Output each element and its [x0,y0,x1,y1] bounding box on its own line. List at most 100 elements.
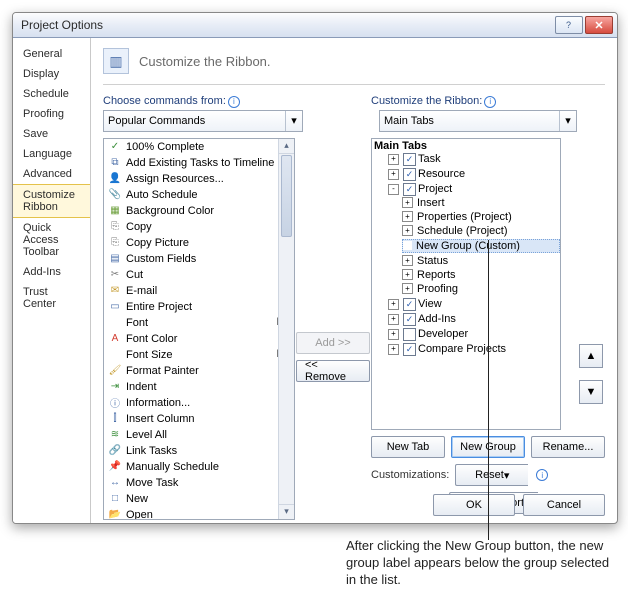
tree-node[interactable]: + Properties (Project) [402,211,560,223]
tree-node[interactable]: New Group (Custom) [402,239,560,253]
command-item[interactable]: AFont Color▸ [104,331,294,347]
command-item[interactable]: ⎘Copy Picture [104,235,294,251]
checkbox[interactable]: ✓ [403,343,416,356]
command-item[interactable]: ⇥Indent [104,379,294,395]
checkbox[interactable]: ✓ [403,298,416,311]
command-item[interactable]: Font SizeⅠ▾ [104,347,294,363]
tree-node[interactable]: + Proofing [402,283,560,295]
command-label: Open [126,509,153,520]
command-item[interactable]: 📌Manually Schedule [104,459,294,475]
info-icon[interactable]: i [536,469,548,481]
tree-label: Schedule (Project) [417,225,508,237]
command-item[interactable]: ▤Custom Fields [104,251,294,267]
command-item[interactable]: ✉E-mail [104,283,294,299]
collapse-icon[interactable]: - [388,184,399,195]
tree-node[interactable]: -✓ Project [388,183,560,196]
sidebar-item-save[interactable]: Save [13,124,90,144]
checkbox[interactable]: ✓ [403,183,416,196]
sidebar-item-display[interactable]: Display [13,64,90,84]
commands-source-dropdown[interactable]: Popular Commands ▾ [103,110,303,132]
checkbox[interactable]: ✓ [403,313,416,326]
remove-button[interactable]: << Remove [296,360,370,382]
close-button[interactable] [585,16,613,34]
expand-icon[interactable]: + [402,269,413,280]
titlebar[interactable]: Project Options ? [13,13,617,38]
checkbox[interactable] [403,328,416,341]
command-label: Indent [126,381,157,393]
new-tab-button[interactable]: New Tab [371,436,445,458]
expand-icon[interactable]: + [388,344,399,355]
move-up-button[interactable]: ▲ [579,344,603,368]
command-item[interactable]: 👤Assign Resources... [104,171,294,187]
ok-button[interactable]: OK [433,494,515,516]
command-item[interactable]: ✓100% Complete [104,139,294,155]
command-item[interactable]: 🖌Format Painter [104,363,294,379]
command-item[interactable]: ▭Entire Project [104,299,294,315]
tree-node[interactable]: +✓ Task [388,153,560,166]
sidebar-item-schedule[interactable]: Schedule [13,84,90,104]
command-item[interactable]: ↔Move Task▸ [104,475,294,491]
command-item[interactable]: 🔗Link Tasks [104,443,294,459]
command-item[interactable]: ⎘Copy [104,219,294,235]
tree-node[interactable]: +✓ Add-Ins [388,313,560,326]
command-item[interactable]: ≋Level All [104,427,294,443]
checkbox[interactable]: ✓ [403,153,416,166]
tree-node[interactable]: +✓ Compare Projects [388,343,560,356]
expand-icon[interactable]: + [402,211,413,222]
command-item[interactable]: ▦Background Color▸ [104,203,294,219]
sidebar-item-customize-ribbon[interactable]: Customize Ribbon [13,184,90,218]
tree-label: Insert [417,197,445,209]
command-item[interactable]: ⓘInformation... [104,395,294,411]
expand-icon[interactable]: + [402,283,413,294]
tree-node[interactable]: + Insert [402,197,560,209]
tree-node[interactable]: + Schedule (Project) [402,225,560,237]
rename-button[interactable]: Rename... [531,436,605,458]
checkbox[interactable]: ✓ [403,168,416,181]
expand-icon[interactable]: + [402,225,413,236]
command-label: Cut [126,269,143,281]
command-item[interactable]: ⫿Insert Column [104,411,294,427]
command-icon: □ [108,492,122,506]
move-down-button[interactable]: ▼ [579,380,603,404]
command-item[interactable]: ✂Cut [104,267,294,283]
command-item[interactable]: □New [104,491,294,507]
expand-icon[interactable]: + [388,299,399,310]
sidebar-item-quick-access-toolbar[interactable]: Quick Access Toolbar [13,218,90,262]
sidebar-item-advanced[interactable]: Advanced [13,164,90,184]
expand-icon[interactable]: + [388,169,399,180]
command-item[interactable]: 📎Auto Schedule [104,187,294,203]
sidebar-item-add-ins[interactable]: Add-Ins [13,262,90,282]
scroll-thumb[interactable] [281,155,292,237]
sidebar-item-proofing[interactable]: Proofing [13,104,90,124]
add-button[interactable]: Add >> [296,332,370,354]
expand-icon[interactable]: + [402,197,413,208]
info-icon[interactable]: i [484,96,496,108]
expand-icon[interactable]: + [402,255,413,266]
cancel-button[interactable]: Cancel [523,494,605,516]
info-icon[interactable]: i [228,96,240,108]
sidebar-item-general[interactable]: General [13,44,90,64]
tree-node[interactable]: +✓ View [388,298,560,311]
scroll-down-icon[interactable]: ▾ [279,504,294,519]
scroll-up-icon[interactable]: ▴ [279,139,294,154]
expand-icon[interactable]: + [388,154,399,165]
tree-root[interactable]: Main Tabs [374,140,560,152]
command-item[interactable]: FontⅠ▾ [104,315,294,331]
vertical-scrollbar[interactable]: ▴ ▾ [278,139,294,519]
sidebar-item-language[interactable]: Language [13,144,90,164]
tree-node[interactable]: +✓ Resource [388,168,560,181]
command-icon: ▦ [108,204,122,218]
command-item[interactable]: ⧉Add Existing Tasks to Timeline [104,155,294,171]
tree-node[interactable]: + Developer [388,328,560,341]
ribbon-tree[interactable]: Main Tabs+✓ Task+✓ Resource-✓ Project+ I… [371,138,561,431]
commands-listbox[interactable]: ✓100% Complete⧉Add Existing Tasks to Tim… [103,138,295,520]
expand-icon[interactable]: + [388,329,399,340]
command-item[interactable]: 📂Open [104,507,294,520]
tree-node[interactable]: + Status [402,255,560,267]
ribbon-target-dropdown[interactable]: Main Tabs ▾ [379,110,577,132]
sidebar-item-trust-center[interactable]: Trust Center [13,282,90,314]
help-button[interactable]: ? [555,16,583,34]
tree-node[interactable]: + Reports [402,269,560,281]
expand-icon[interactable]: + [388,314,399,325]
reset-button[interactable]: Reset ▾ [455,464,528,486]
